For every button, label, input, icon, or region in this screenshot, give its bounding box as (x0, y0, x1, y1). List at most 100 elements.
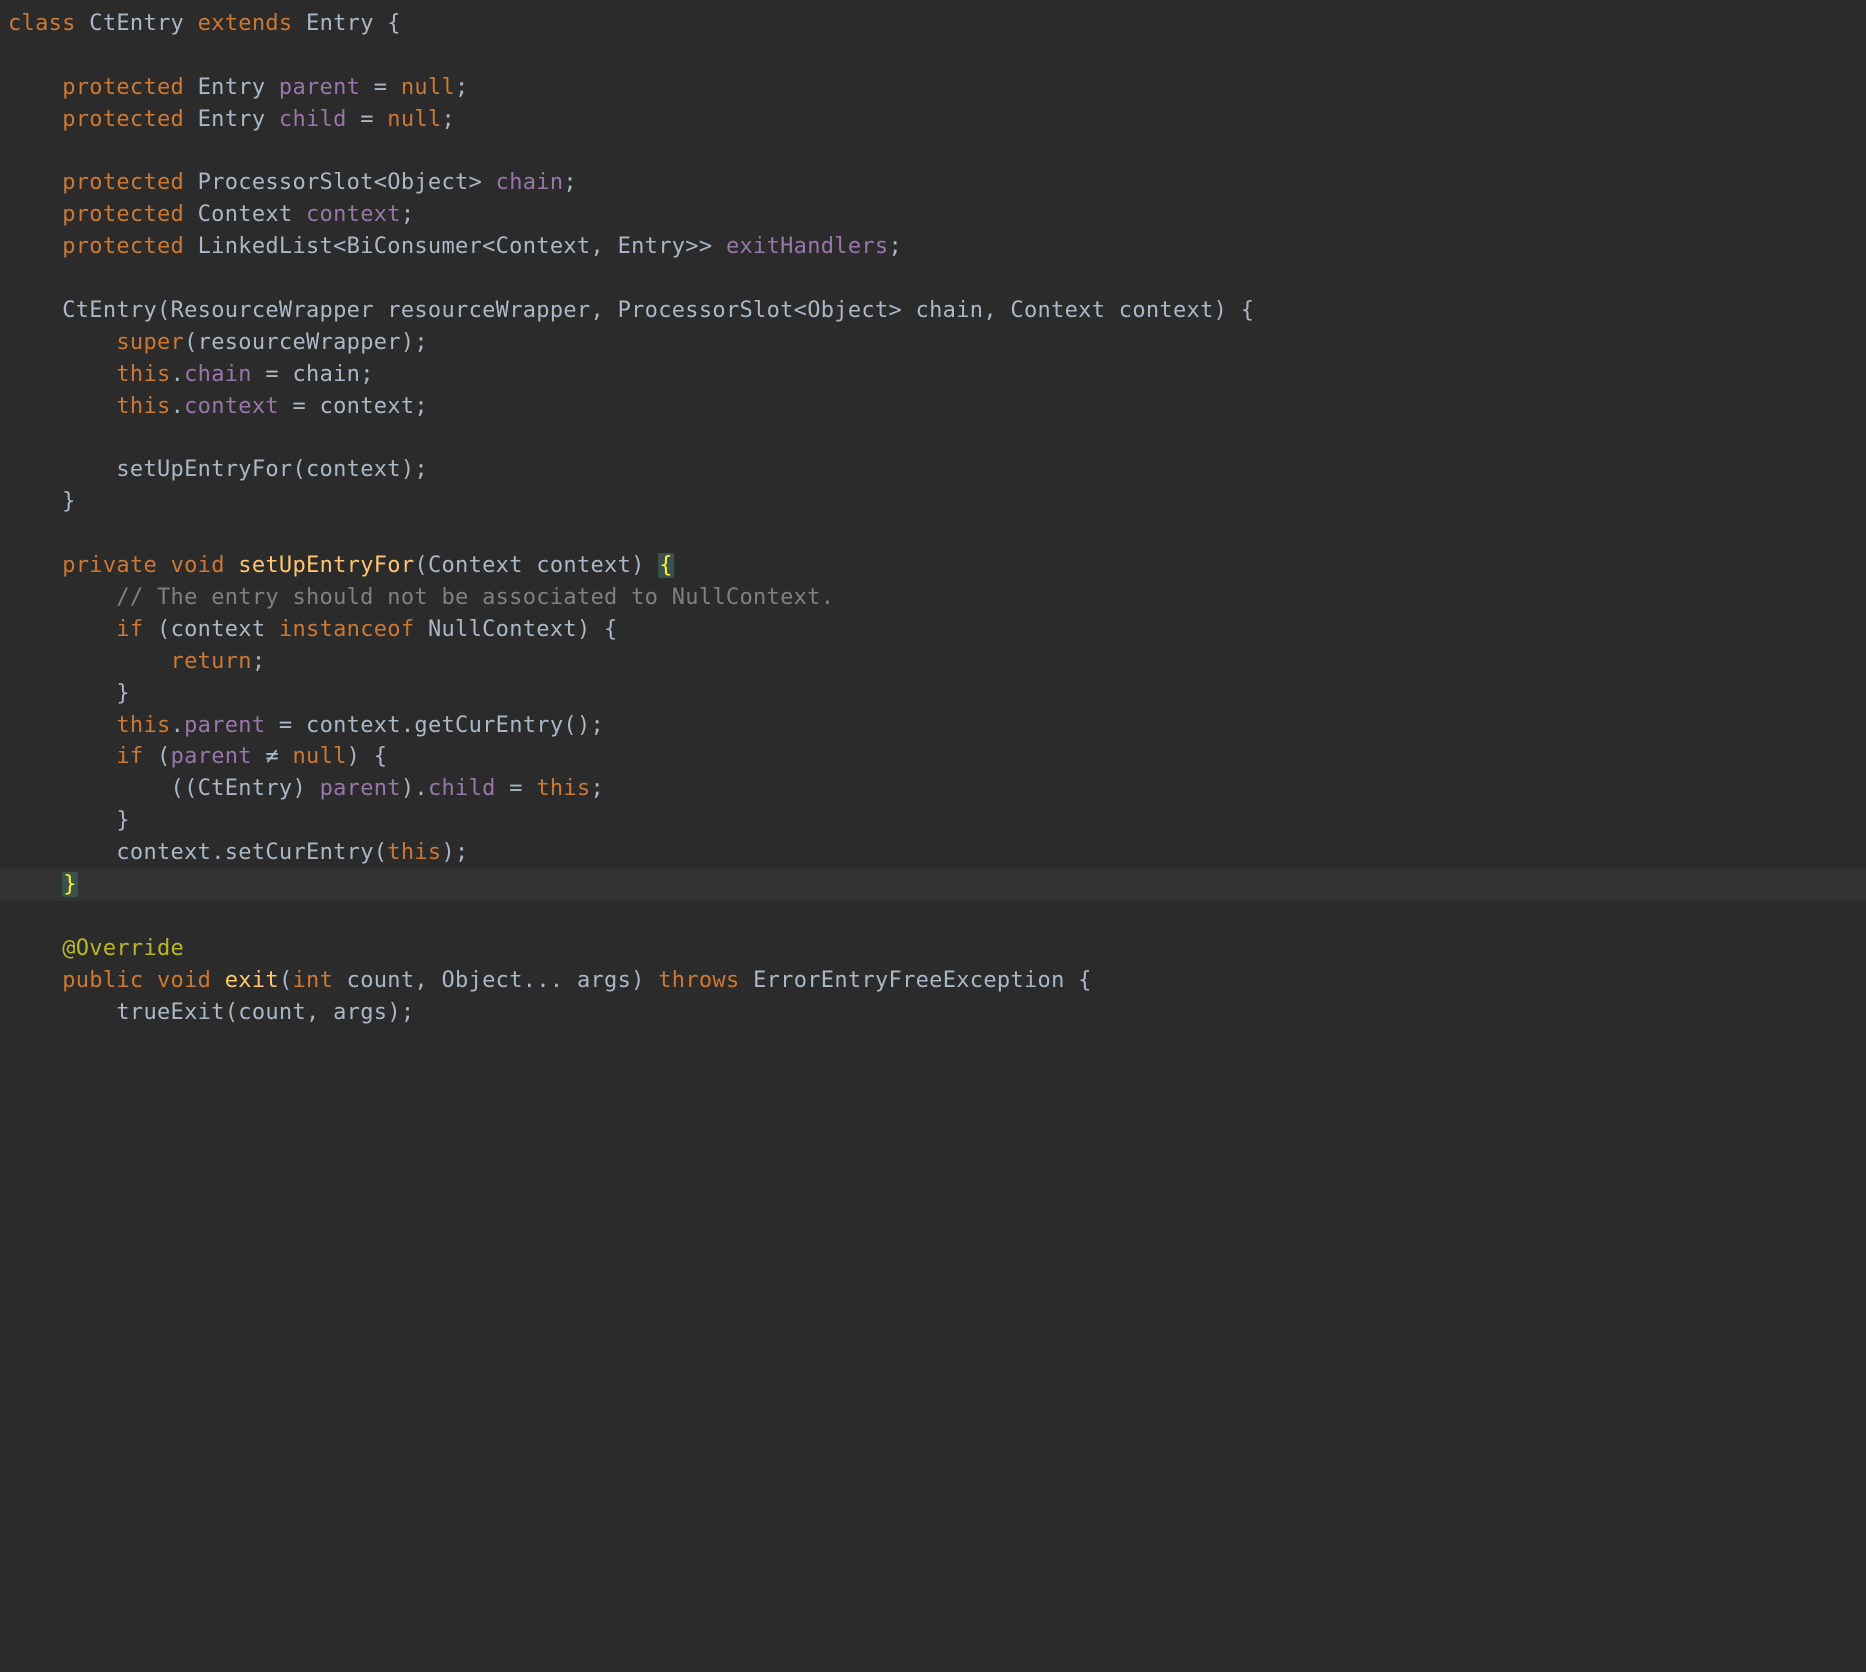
code-editor[interactable]: class CtEntry extends Entry { protected … (0, 8, 1866, 1029)
code-line: trueExit(count, args); (0, 997, 1866, 1029)
var-ref: context (306, 713, 401, 738)
field-name: child (279, 107, 347, 132)
keyword-void: void (171, 553, 225, 578)
keyword-extends: extends (198, 11, 293, 36)
param-name: count (347, 968, 415, 993)
keyword-null: null (401, 75, 455, 100)
blank-line (0, 40, 1866, 72)
code-line: protected Entry child = null; (0, 104, 1866, 136)
type-name: NullContext (428, 617, 577, 642)
code-line: this.context = context; (0, 391, 1866, 423)
param-name: chain (916, 298, 984, 323)
code-line-current: } (0, 869, 1866, 901)
blank-line (0, 518, 1866, 550)
code-line: return; (0, 646, 1866, 678)
keyword-this: this (387, 840, 441, 865)
keyword-void: void (157, 968, 211, 993)
code-line: super(resourceWrapper); (0, 327, 1866, 359)
keyword-protected: protected (62, 107, 184, 132)
keyword-protected: protected (62, 170, 184, 195)
code-line: ((CtEntry) parent).child = this; (0, 773, 1866, 805)
code-line: this.chain = chain; (0, 359, 1866, 391)
field-ref: context (184, 394, 279, 419)
keyword-throws: throws (658, 968, 739, 993)
constructor-name: CtEntry (62, 298, 157, 323)
blank-line (0, 901, 1866, 933)
var-ref: context (116, 840, 211, 865)
code-line: class CtEntry extends Entry { (0, 8, 1866, 40)
keyword-super: super (116, 330, 184, 355)
type-name: Entry (198, 75, 266, 100)
code-line: } (0, 678, 1866, 710)
keyword-public: public (62, 968, 143, 993)
class-name: CtEntry (89, 11, 184, 36)
keyword-if: if (116, 744, 143, 769)
code-line: if (parent ≠ null) { (0, 741, 1866, 773)
type-name: Context (428, 553, 523, 578)
type-name: ResourceWrapper (171, 298, 374, 323)
type-name: Entry (618, 234, 686, 259)
param-name: resourceWrapper (387, 298, 590, 323)
arg-name: context (306, 457, 401, 482)
field-name: chain (496, 170, 564, 195)
type-name: Object (387, 170, 468, 195)
arg-name: args (333, 1000, 387, 1025)
type-name: ErrorEntryFreeException (753, 968, 1065, 993)
keyword-this: this (116, 362, 170, 387)
keyword-this: this (116, 713, 170, 738)
field-name: parent (279, 75, 360, 100)
keyword-return: return (171, 649, 252, 674)
arg-name: count (238, 1000, 306, 1025)
field-ref: chain (184, 362, 252, 387)
keyword-instanceof: instanceof (279, 617, 414, 642)
arg-name: resourceWrapper (198, 330, 401, 355)
brace-close-highlight: } (62, 872, 78, 897)
param-name: args (577, 968, 631, 993)
code-line: protected ProcessorSlot<Object> chain; (0, 167, 1866, 199)
param-name: context (536, 553, 631, 578)
blank-line (0, 136, 1866, 168)
field-ref: parent (184, 713, 265, 738)
blank-line (0, 263, 1866, 295)
keyword-protected: protected (62, 234, 184, 259)
blank-line (0, 423, 1866, 455)
type-name: LinkedList (198, 234, 333, 259)
keyword-this: this (536, 776, 590, 801)
code-line: } (0, 805, 1866, 837)
keyword-this: this (116, 394, 170, 419)
code-line: } (0, 486, 1866, 518)
var-ref: context (171, 617, 266, 642)
type-name: ProcessorSlot (618, 298, 794, 323)
type-name: CtEntry (198, 776, 293, 801)
keyword-int: int (292, 968, 333, 993)
type-name: ProcessorSlot (198, 170, 374, 195)
code-line: protected Context context; (0, 199, 1866, 231)
field-ref: parent (171, 744, 252, 769)
field-ref: parent (320, 776, 401, 801)
code-line: CtEntry(ResourceWrapper resourceWrapper,… (0, 295, 1866, 327)
operator-neq: ≠ (265, 744, 279, 769)
annotation-override: @Override (62, 936, 184, 961)
method-call: setCurEntry (225, 840, 374, 865)
type-name: Entry (198, 107, 266, 132)
keyword-protected: protected (62, 75, 184, 100)
code-line: public void exit(int count, Object... ar… (0, 965, 1866, 997)
comment-text: // The entry should not be associated to… (116, 585, 834, 610)
field-ref: child (428, 776, 496, 801)
code-line: setUpEntryFor(context); (0, 454, 1866, 486)
code-line: @Override (0, 933, 1866, 965)
param-name: context (1119, 298, 1214, 323)
code-line: private void setUpEntryFor(Context conte… (0, 550, 1866, 582)
var-ref: chain (292, 362, 360, 387)
keyword-private: private (62, 553, 157, 578)
method-name: exit (225, 968, 279, 993)
code-line: if (context instanceof NullContext) { (0, 614, 1866, 646)
code-line: context.setCurEntry(this); (0, 837, 1866, 869)
type-name: Object (442, 968, 523, 993)
type-name: Context (1010, 298, 1105, 323)
brace-open-highlight: { (658, 553, 674, 578)
code-line: this.parent = context.getCurEntry(); (0, 710, 1866, 742)
keyword-null: null (292, 744, 346, 769)
code-line: protected Entry parent = null; (0, 72, 1866, 104)
keyword-protected: protected (62, 202, 184, 227)
